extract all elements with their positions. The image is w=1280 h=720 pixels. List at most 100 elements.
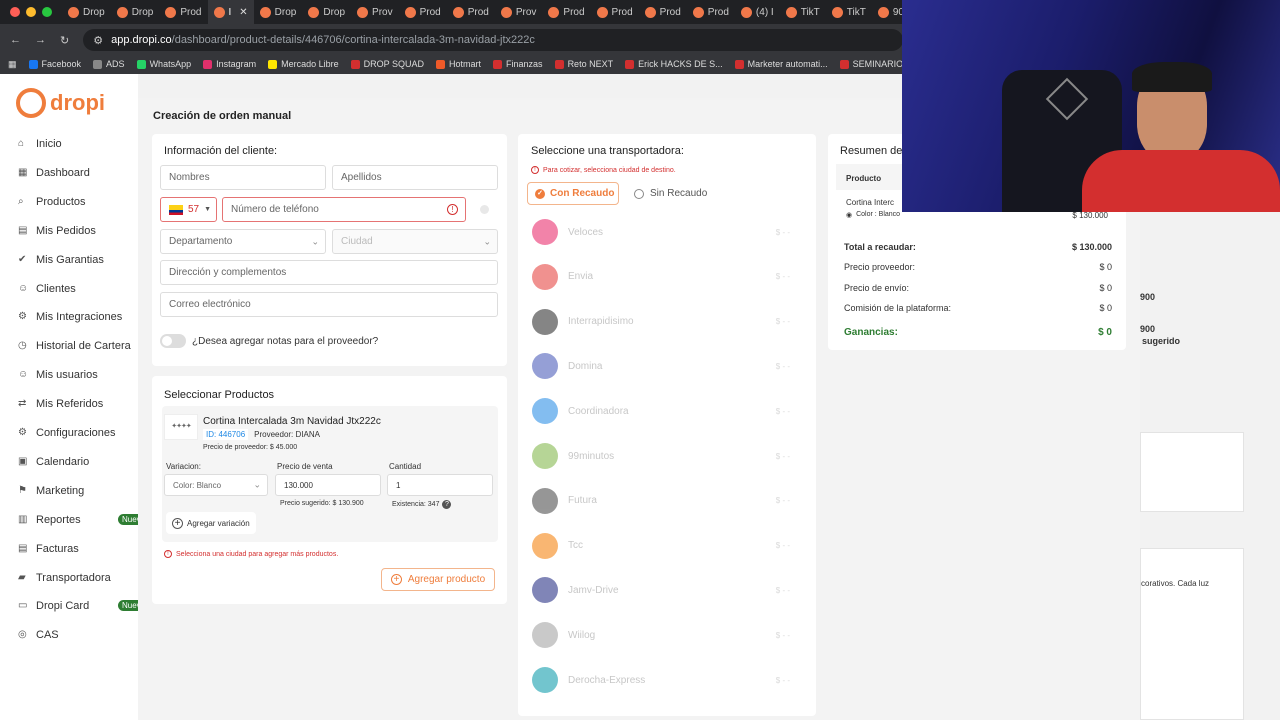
forward-icon[interactable]: → [35, 34, 46, 46]
help-icon[interactable]: ? [442, 500, 452, 509]
sidebar-item-mis-pedidos[interactable]: ▤ Mis Pedidos [18, 223, 96, 239]
browser-tab[interactable]: Prov [495, 0, 543, 24]
first-name-input[interactable]: Nombres [160, 165, 326, 190]
sidebar-item-dashboard[interactable]: ▦ Dashboard [18, 165, 90, 181]
browser-tab[interactable]: (4) I [735, 0, 780, 24]
bookmark[interactable]: DROP SQUAD [350, 59, 424, 69]
sidebar-item-calendario[interactable]: ▣ Calendario [18, 454, 89, 470]
sidebar-item-transportadora[interactable]: ▰ Transportadora [18, 570, 111, 586]
sidebar-item-productos[interactable]: ⌕ Productos [18, 194, 86, 210]
browser-tab[interactable]: Prod [591, 0, 639, 24]
browser-tab[interactable]: Prod [639, 0, 687, 24]
browser-tab[interactable]: Drop [302, 0, 351, 24]
carrier-option-futura[interactable]: Futura $ - - [532, 483, 802, 519]
earnings-row: Ganancias: $ 0 [844, 327, 1112, 338]
carrier-price: $ - - [775, 227, 790, 237]
carrier-option-derocha-express[interactable]: Derocha-Express $ - - [532, 662, 802, 698]
nav-icon: ▣ [18, 455, 28, 467]
plus-icon: + [172, 517, 183, 529]
close-window-button[interactable] [10, 7, 20, 17]
dropi-logo[interactable]: dropi [16, 88, 105, 118]
reload-icon[interactable]: ↻ [60, 34, 69, 47]
sidebar-item-mis-usuarios[interactable]: ☺ Mis usuarios [18, 367, 98, 383]
sidebar-item-marketing[interactable]: ⚑ Marketing [18, 483, 84, 499]
bookmark[interactable]: Facebook [28, 59, 81, 69]
with-collection-option[interactable]: ✓ Con Recaudo [527, 182, 619, 205]
sale-price-input[interactable]: 130.000 [275, 474, 381, 496]
notes-toggle[interactable] [160, 334, 186, 348]
add-variation-button[interactable]: + Agregar variación [166, 512, 256, 534]
sidebar-item-facturas[interactable]: ▤ Facturas [18, 541, 79, 557]
whatsapp-toggle-icon[interactable] [480, 205, 489, 214]
browser-tab[interactable]: I ✕ [207, 0, 254, 24]
browser-tab[interactable]: Prod [687, 0, 735, 24]
chevron-down-icon: ⌄ [311, 236, 319, 246]
browser-tab[interactable]: Prov [351, 0, 399, 24]
bookmark[interactable]: Marketer automati... [734, 59, 828, 69]
bookmark[interactable]: Hotmart [436, 59, 481, 69]
sidebar-item-historial-de-cartera[interactable]: ◷ Historial de Cartera [18, 338, 131, 354]
carrier-option-interrapidisimo[interactable]: Interrapidisimo $ - - [532, 304, 802, 340]
sidebar-item-dropi-card[interactable]: ▭ Dropi Card [18, 598, 89, 614]
carrier-option-coordinadora[interactable]: Coordinadora $ - - [532, 393, 802, 429]
city-select[interactable]: Ciudad ⌄ [332, 229, 498, 254]
browser-tab[interactable]: Prod [399, 0, 447, 24]
country-code-select[interactable]: 57 ▼ [160, 197, 217, 222]
carrier-option-wiilog[interactable]: Wiilog $ - - [532, 617, 802, 653]
add-product-button[interactable]: + Agregar producto [381, 568, 495, 591]
sidebar-item-mis-integraciones[interactable]: ⚙ Mis Integraciones [18, 309, 122, 325]
summary-row-label: Total a recaudar: [844, 242, 916, 252]
bookmark[interactable]: Instagram [203, 59, 256, 69]
bookmark[interactable]: Erick HACKS DE S... [625, 59, 723, 69]
product-thumbnail-icon: ✦✦✦✦ [164, 414, 198, 440]
apps-icon[interactable]: ▦ [8, 59, 17, 70]
summary-row: Precio de envío: $ 0 [844, 283, 1112, 293]
maximize-window-button[interactable] [42, 7, 52, 17]
carrier-option-envia[interactable]: Envia $ - - [532, 259, 802, 295]
variation-select[interactable]: Color: Blanco ⌄ [164, 474, 268, 496]
bookmark[interactable]: WhatsApp [136, 59, 191, 69]
back-icon[interactable]: ← [10, 34, 21, 46]
carrier-option-jamv-drive[interactable]: Jamv-Drive $ - - [532, 572, 802, 608]
phone-input[interactable]: Número de teléfono ! [222, 197, 466, 222]
bookmark[interactable]: Finanzas [493, 59, 543, 69]
department-select[interactable]: Departamento ⌄ [160, 229, 326, 254]
sidebar-item-mis-garantias[interactable]: ✔ Mis Garantias [18, 252, 104, 268]
browser-tab[interactable]: Drop [62, 0, 111, 24]
browser-tab[interactable]: Drop [111, 0, 160, 24]
sidebar-item-reportes[interactable]: ▥ Reportes [18, 512, 81, 528]
email-input[interactable]: Correo electrónico [160, 292, 498, 317]
bookmark[interactable]: ADS [93, 59, 125, 69]
bookmark[interactable]: Mercado Libre [268, 59, 339, 69]
browser-tab[interactable]: Prod [542, 0, 590, 24]
nav-icon: ▤ [18, 542, 28, 554]
bookmark[interactable]: Reto NEXT [554, 59, 613, 69]
address-input[interactable]: Dirección y complementos [160, 260, 498, 285]
sidebar-item-inicio[interactable]: ⌂ Inicio [18, 136, 62, 152]
site-info-icon[interactable]: ⚙ [93, 34, 103, 47]
minimize-window-button[interactable] [26, 7, 36, 17]
browser-tab[interactable]: TikT [780, 0, 826, 24]
sidebar-item-configuraciones[interactable]: ⚙ Configuraciones [18, 425, 116, 441]
carrier-option-99minutos[interactable]: 99minutos $ - - [532, 438, 802, 474]
address-bar[interactable]: ⚙ app.dropi.co/dashboard/product-details… [83, 29, 904, 51]
carrier-option-domina[interactable]: Domina $ - - [532, 348, 802, 384]
without-collection-option[interactable]: Sin Recaudo [634, 182, 707, 205]
carrier-price: $ - - [775, 272, 790, 282]
browser-tab[interactable]: TikT [826, 0, 872, 24]
sidebar-item-label: Mis Garantias [36, 253, 104, 266]
sidebar-item-mis-referidos[interactable]: ⇄ Mis Referidos [18, 396, 103, 412]
product-id[interactable]: ID: 446706 [203, 429, 249, 440]
last-name-input[interactable]: Apellidos [332, 165, 498, 190]
carrier-option-veloces[interactable]: Veloces $ - - [532, 214, 802, 250]
bookmark-icon [554, 59, 564, 69]
tab-favicon-icon [357, 6, 369, 18]
quantity-input[interactable]: 1 [387, 474, 493, 496]
close-tab-icon[interactable]: ✕ [239, 7, 247, 18]
carrier-option-tcc[interactable]: Tcc $ - - [532, 528, 802, 564]
sidebar-item-cas[interactable]: ◎ CAS [18, 627, 59, 643]
browser-tab[interactable]: Prod [447, 0, 495, 24]
sidebar-item-clientes[interactable]: ☺ Clientes [18, 281, 76, 297]
browser-tab[interactable]: Drop [254, 0, 303, 24]
browser-tab[interactable]: Prod [159, 0, 207, 24]
